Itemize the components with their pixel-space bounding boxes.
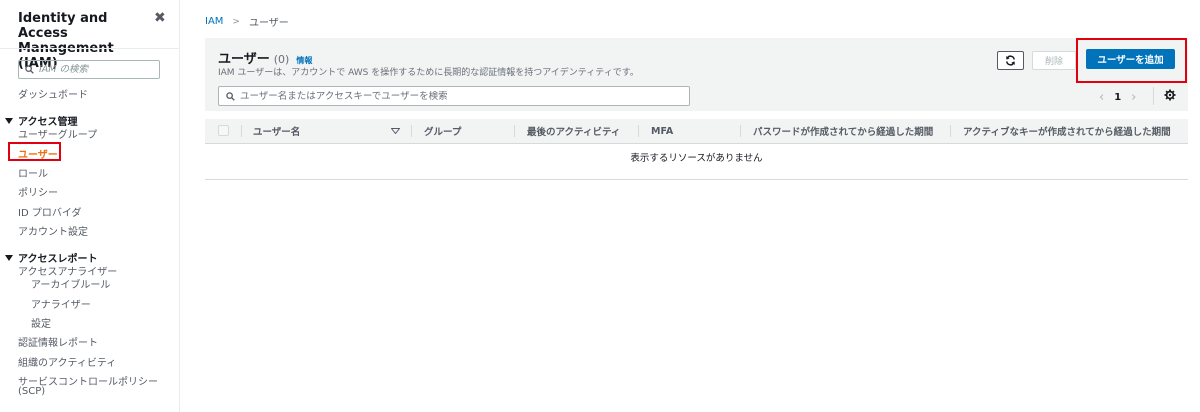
column-divider [241,125,242,137]
column-header-last-activity[interactable]: 最後のアクティビティ [527,119,620,143]
chevron-left-icon[interactable]: ‹ [1093,90,1110,105]
sidebar-item-credential-report[interactable]: 認証情報レポート [18,334,98,349]
column-divider [411,125,412,137]
table-header: ユーザー名 グループ 最後のアクティビティ MFA パスワードが作成されてから経… [205,119,1188,143]
sidebar-item-roles[interactable]: ロール [18,165,48,180]
page-description: IAM ユーザーは、アカウントで AWS を操作するために長期的な認証情報を持つ… [218,68,639,78]
panel-header: ユーザー (0) 情報 IAM ユーザーは、アカウントで AWS を操作するため… [205,38,1188,111]
highlight-box [8,142,61,161]
search-icon [25,65,34,74]
sidebar-item-dashboard[interactable]: ダッシュボード [18,86,88,101]
sidebar-search-input[interactable] [39,64,154,75]
sidebar-item-id-providers[interactable]: ID プロバイダ [18,204,81,219]
column-header-groups[interactable]: グループ [424,119,461,143]
column-header-mfa[interactable]: MFA [651,119,673,143]
column-divider [950,125,951,137]
sidebar-search[interactable] [18,60,160,79]
pager-divider [1153,87,1154,105]
column-divider [740,125,741,137]
sort-caret-icon[interactable] [391,119,400,143]
table-divider [205,143,1188,144]
pagination: ‹ 1 › [1093,90,1142,105]
sidebar-item-organization-activity[interactable]: 組織のアクティビティ [18,354,116,369]
empty-state-message: 表示するリソースがありません [630,153,763,164]
chevron-right-icon[interactable]: › [1125,90,1142,105]
sidebar-item-user-groups[interactable]: ユーザーグループ [18,126,97,141]
breadcrumb-current: ユーザー [248,18,289,29]
highlight-box [1076,38,1187,83]
column-header-username[interactable]: ユーザー名 [253,119,300,143]
delete-button[interactable]: 削除 [1032,51,1076,70]
search-icon [226,91,235,101]
page-number[interactable]: 1 [1110,92,1125,103]
sidebar: Identity and Access Management (IAM) ✖ ダ… [0,0,180,412]
users-panel: ユーザー (0) 情報 IAM ユーザーは、アカウントで AWS を操作するため… [205,38,1188,180]
user-search[interactable] [218,86,690,106]
sidebar-item-scp-suffix[interactable]: (SCP) [18,386,45,397]
close-icon[interactable]: ✖ [154,10,166,26]
column-header-password-age[interactable]: パスワードが作成されてから経過した期間 [753,119,933,143]
sidebar-item-policies[interactable]: ポリシー [18,184,58,199]
caret-down-icon [5,117,13,124]
sidebar-divider [0,48,179,49]
sidebar-item-analyzer-settings[interactable]: 設定 [31,315,51,330]
sidebar-item-account-settings[interactable]: アカウント設定 [18,223,88,238]
column-divider [638,125,639,137]
gear-icon[interactable] [1164,89,1176,104]
sidebar-item-archive-rules[interactable]: アーカイブルール [31,276,110,291]
chevron-right-icon: > [232,16,240,27]
user-search-input[interactable] [240,90,680,102]
breadcrumb: IAM > ユーザー [205,14,289,29]
column-divider [514,125,515,137]
breadcrumb-iam-link[interactable]: IAM [205,16,223,27]
caret-down-icon [5,254,13,261]
refresh-icon [1006,55,1015,66]
column-header-active-key-age[interactable]: アクティブなキーが作成されてから経過した期間 [963,119,1171,143]
select-all-checkbox[interactable] [218,125,229,136]
refresh-button[interactable] [997,51,1024,70]
sidebar-item-analyzers[interactable]: アナライザー [31,296,91,311]
